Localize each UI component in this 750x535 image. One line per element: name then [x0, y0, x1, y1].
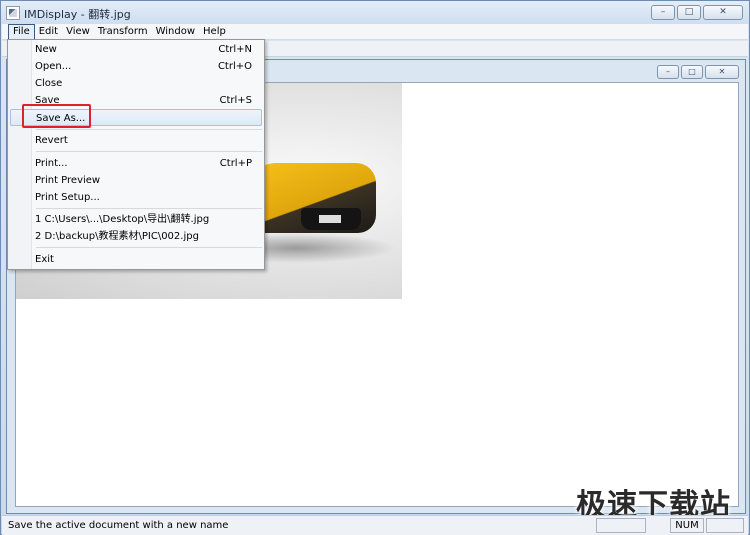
app-window: IMDisplay - 翻转.jpg – □ ✕ File Edit View …: [0, 0, 750, 535]
menu-item-recent-1[interactable]: 1 C:\Users\...\Desktop\导出\翻转.jpg: [10, 211, 262, 228]
maximize-button[interactable]: □: [677, 5, 701, 20]
menu-separator: [36, 151, 262, 152]
menu-view[interactable]: View: [62, 25, 94, 39]
status-num: NUM: [670, 518, 704, 533]
annotation-highlight-box: [22, 104, 91, 128]
document-close-button[interactable]: ✕: [705, 65, 739, 79]
menu-transform[interactable]: Transform: [94, 25, 152, 39]
status-bar: Save the active document with a new name…: [2, 515, 748, 535]
menu-file[interactable]: File: [8, 23, 35, 40]
menu-separator: [36, 129, 262, 130]
title-bar: IMDisplay - 翻转.jpg – □ ✕: [1, 1, 749, 25]
menu-edit[interactable]: Edit: [35, 25, 62, 39]
menu-item-revert[interactable]: Revert: [10, 132, 262, 149]
document-minimize-button[interactable]: –: [657, 65, 679, 79]
menu-item-print-setup[interactable]: Print Setup...: [10, 189, 262, 206]
menu-item-recent-2[interactable]: 2 D:\backup\教程素材\PIC\002.jpg: [10, 228, 262, 245]
file-menu-dropdown: New Ctrl+N Open... Ctrl+O Close Save Ctrl+S…: [7, 39, 265, 270]
close-button[interactable]: ✕: [703, 5, 743, 20]
menu-bar: File Edit View Transform Window Help: [2, 23, 748, 40]
menu-item-exit[interactable]: Exit: [10, 251, 262, 268]
menu-separator: [36, 208, 262, 209]
menu-separator: [36, 247, 262, 248]
menu-item-open[interactable]: Open... Ctrl+O: [10, 58, 262, 75]
status-message: Save the active document with a new name: [8, 520, 229, 531]
car-plate: [319, 215, 341, 223]
menu-item-new[interactable]: New Ctrl+N: [10, 41, 262, 58]
minimize-button[interactable]: –: [651, 5, 675, 20]
menu-item-print[interactable]: Print... Ctrl+P: [10, 155, 262, 172]
status-pane-empty: [596, 518, 646, 533]
imdisplay-app-icon[interactable]: [6, 6, 20, 20]
menu-item-print-preview[interactable]: Print Preview: [10, 172, 262, 189]
menu-help[interactable]: Help: [199, 25, 230, 39]
menu-window[interactable]: Window: [152, 25, 199, 39]
status-pane-scrl: [706, 518, 744, 533]
menu-item-close[interactable]: Close: [10, 75, 262, 92]
document-maximize-button[interactable]: □: [681, 65, 703, 79]
window-title: IMDisplay - 翻转.jpg: [24, 8, 131, 21]
